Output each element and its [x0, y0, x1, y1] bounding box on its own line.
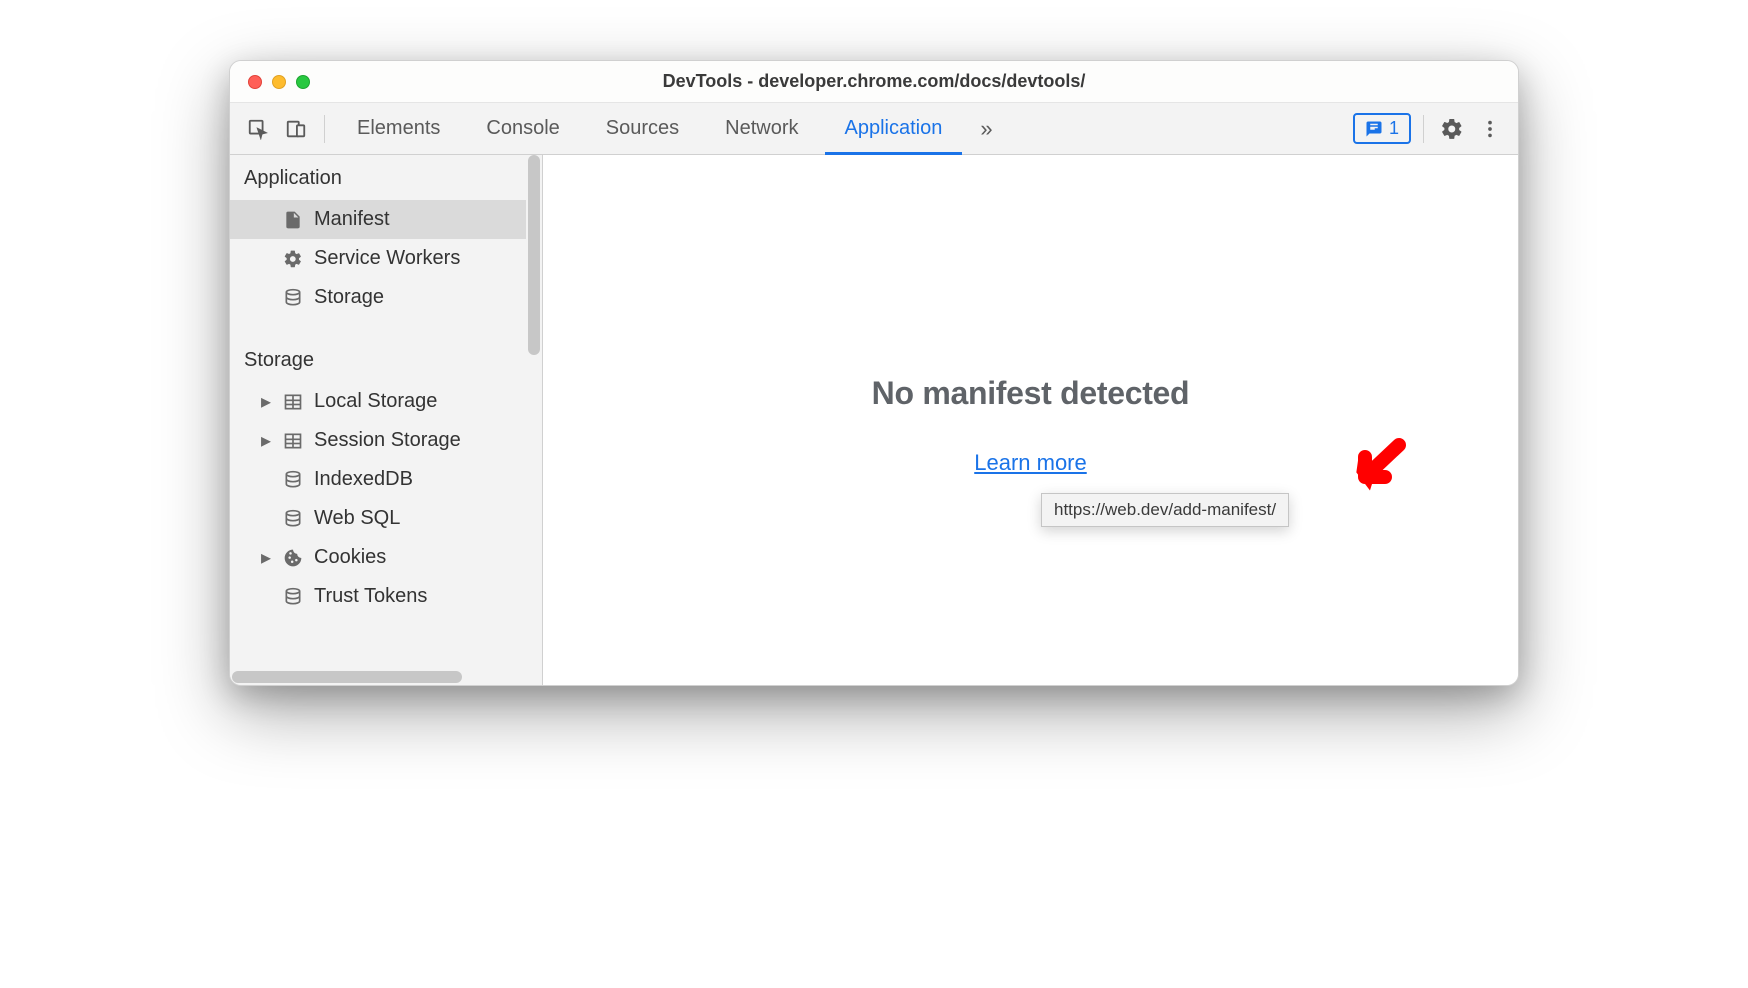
sidebar-hscroll-track[interactable] — [230, 669, 542, 685]
main-toolbar: Elements Console Sources Network Applica… — [230, 103, 1518, 155]
sidebar-item-label: Manifest — [314, 208, 390, 231]
sidebar-item-web-sql[interactable]: ▸ Web SQL — [230, 499, 542, 538]
sidebar-item-session-storage[interactable]: ▸ Session Storage — [230, 421, 542, 460]
table-icon — [282, 391, 304, 413]
link-tooltip: https://web.dev/add-manifest/ — [1041, 493, 1289, 527]
device-toolbar-button[interactable] — [280, 113, 312, 145]
devtools-window: DevTools - developer.chrome.com/docs/dev… — [229, 60, 1519, 686]
gear-icon — [282, 248, 304, 270]
cookie-icon — [282, 547, 304, 569]
database-icon — [282, 287, 304, 309]
sidebar-item-label: Local Storage — [314, 390, 437, 413]
sidebar-item-cookies[interactable]: ▸ Cookies — [230, 538, 542, 577]
spacer: ▸ — [260, 584, 272, 609]
sidebar-item-label: Trust Tokens — [314, 585, 427, 608]
title-prefix: DevTools - — [663, 71, 759, 91]
sidebar-item-label: Session Storage — [314, 429, 461, 452]
sidebar-item-service-workers[interactable]: ▸ Service Workers — [230, 239, 542, 278]
database-icon — [282, 586, 304, 608]
sidebar-section-application: Application — [230, 155, 542, 200]
spacer: ▸ — [260, 246, 272, 271]
sidebar-item-indexeddb[interactable]: ▸ IndexedDB — [230, 460, 542, 499]
sidebar-item-manifest[interactable]: ▸ Manifest — [230, 200, 542, 239]
tab-network[interactable]: Network — [705, 103, 818, 155]
tab-overflow-button[interactable]: » — [968, 103, 1004, 155]
sidebar-item-label: Service Workers — [314, 247, 460, 270]
titlebar: DevTools - developer.chrome.com/docs/dev… — [230, 61, 1518, 103]
sidebar-item-label: Storage — [314, 286, 384, 309]
traffic-lights — [230, 75, 310, 89]
learn-more-link[interactable]: Learn more — [974, 450, 1087, 476]
kebab-icon — [1479, 118, 1501, 140]
sidebar-item-label: Web SQL — [314, 507, 400, 530]
device-icon — [285, 118, 307, 140]
minimize-window-button[interactable] — [272, 75, 286, 89]
spacer: ▸ — [260, 506, 272, 531]
tab-console[interactable]: Console — [466, 103, 579, 155]
sidebar-item-trust-tokens[interactable]: ▸ Trust Tokens — [230, 577, 542, 616]
toolbar-separator — [324, 115, 325, 143]
spacer: ▸ — [260, 467, 272, 492]
sidebar-item-label: Cookies — [314, 546, 386, 569]
gear-icon — [1440, 117, 1464, 141]
annotation-arrow-icon — [1343, 437, 1407, 506]
sidebar-hscroll-thumb[interactable] — [232, 671, 462, 683]
sidebar-vscroll-track[interactable] — [526, 155, 542, 685]
kebab-menu-button[interactable] — [1474, 113, 1506, 145]
caret-right-icon: ▸ — [260, 545, 272, 570]
caret-right-icon: ▸ — [260, 389, 272, 414]
inspect-element-button[interactable] — [242, 113, 274, 145]
tab-elements[interactable]: Elements — [337, 103, 460, 155]
sidebar-item-label: IndexedDB — [314, 468, 413, 491]
maximize-window-button[interactable] — [296, 75, 310, 89]
sidebar-item-local-storage[interactable]: ▸ Local Storage — [230, 382, 542, 421]
content-area: Application ▸ Manifest ▸ Service Workers… — [230, 155, 1518, 685]
tab-application[interactable]: Application — [825, 103, 963, 155]
chat-icon — [1365, 120, 1383, 138]
close-window-button[interactable] — [248, 75, 262, 89]
empty-state-title: No manifest detected — [543, 375, 1518, 412]
sidebar-item-storage[interactable]: ▸ Storage — [230, 278, 542, 317]
spacer: ▸ — [260, 285, 272, 310]
issues-button[interactable]: 1 — [1353, 113, 1411, 144]
tab-sources[interactable]: Sources — [586, 103, 699, 155]
toolbar-separator — [1423, 115, 1424, 143]
database-icon — [282, 469, 304, 491]
settings-button[interactable] — [1436, 113, 1468, 145]
issues-count: 1 — [1389, 118, 1399, 139]
sidebar-vscroll-thumb[interactable] — [528, 155, 540, 355]
file-icon — [282, 209, 304, 231]
application-sidebar: Application ▸ Manifest ▸ Service Workers… — [230, 155, 543, 685]
database-icon — [282, 508, 304, 530]
spacer: ▸ — [260, 207, 272, 232]
main-pane: No manifest detected Learn more https://… — [543, 155, 1518, 685]
caret-right-icon: ▸ — [260, 428, 272, 453]
title-url: developer.chrome.com/docs/devtools/ — [758, 71, 1085, 91]
table-icon — [282, 430, 304, 452]
inspect-icon — [247, 118, 269, 140]
sidebar-section-storage: Storage — [230, 337, 542, 382]
window-title: DevTools - developer.chrome.com/docs/dev… — [230, 71, 1518, 92]
